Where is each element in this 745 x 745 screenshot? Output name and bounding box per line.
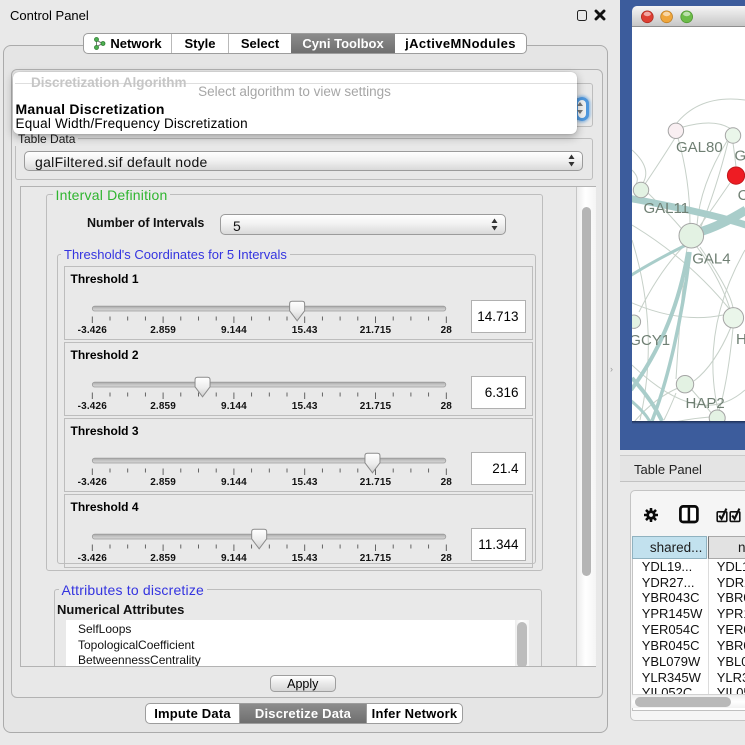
- svg-text:HIS4: HIS4: [736, 331, 745, 348]
- svg-text:2.859: 2.859: [150, 477, 176, 488]
- svg-text:-3.426: -3.426: [77, 401, 107, 412]
- svg-text:HAP2: HAP2: [686, 395, 725, 412]
- svg-text:21.715: 21.715: [359, 553, 391, 564]
- svg-text:CY: CY: [738, 187, 745, 204]
- svg-text:21.715: 21.715: [359, 401, 391, 412]
- svg-text:15.43: 15.43: [291, 401, 317, 412]
- svg-text:28: 28: [440, 553, 452, 564]
- svg-text:28: 28: [440, 477, 452, 488]
- svg-text:-3.426: -3.426: [77, 325, 107, 336]
- svg-text:28: 28: [440, 401, 452, 412]
- svg-text:21.715: 21.715: [359, 325, 391, 336]
- svg-text:9.144: 9.144: [221, 477, 247, 488]
- svg-text:-3.426: -3.426: [77, 553, 107, 564]
- svg-text:21.715: 21.715: [359, 477, 391, 488]
- svg-text:2.859: 2.859: [150, 401, 176, 412]
- svg-text:15.43: 15.43: [291, 477, 317, 488]
- svg-text:15.43: 15.43: [291, 325, 317, 336]
- svg-text:2.859: 2.859: [150, 553, 176, 564]
- svg-text:28: 28: [440, 325, 452, 336]
- svg-text:GAL11: GAL11: [644, 200, 690, 217]
- svg-text:2.859: 2.859: [150, 325, 176, 336]
- svg-text:GCY1: GCY1: [632, 332, 670, 349]
- svg-text:-3.426: -3.426: [77, 477, 107, 488]
- svg-text:GAL1: GAL1: [735, 148, 745, 165]
- svg-text:9.144: 9.144: [221, 553, 247, 564]
- svg-text:GAL80: GAL80: [676, 139, 723, 156]
- svg-text:9.144: 9.144: [221, 325, 247, 336]
- svg-text:15.43: 15.43: [291, 553, 317, 564]
- svg-text:9.144: 9.144: [221, 401, 247, 412]
- svg-text:GAL4: GAL4: [692, 251, 730, 268]
